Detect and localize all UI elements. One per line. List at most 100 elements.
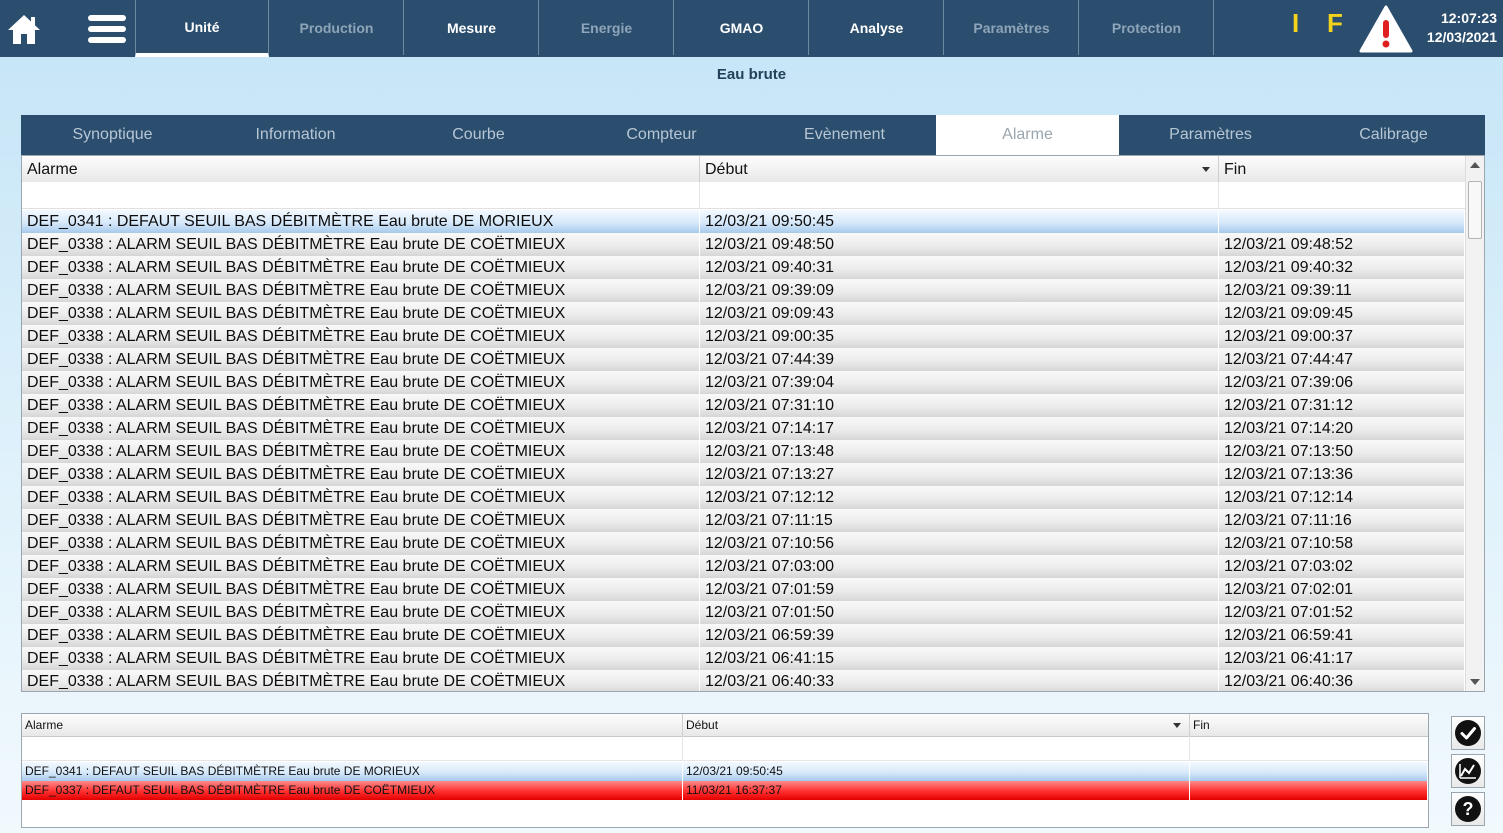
nav-tab-5[interactable]: Analyse (810, 0, 944, 55)
column-header-debut[interactable]: Début (700, 156, 1219, 182)
table-row[interactable]: DEF_0338 : ALARM SEUIL BAS DÉBITMÈTRE Ea… (22, 486, 1465, 509)
active-alarm-row[interactable]: DEF_0341 : DEFAUT SEUIL BAS DÉBITMÈTRE E… (22, 762, 1428, 781)
cell-debut: 12/03/21 07:11:15 (700, 509, 1219, 532)
cell-debut: 12/03/21 07:31:10 (700, 394, 1219, 417)
table-row[interactable]: DEF_0338 : ALARM SEUIL BAS DÉBITMÈTRE Ea… (22, 279, 1465, 302)
active-alarm-row[interactable]: DEF_0337 : DEFAUT SEUIL BAS DÉBITMÈTRE E… (22, 781, 1428, 800)
active-column-header-alarme[interactable]: Alarme (22, 714, 683, 736)
indicator-i: I (1292, 8, 1300, 38)
cell-debut: 12/03/21 09:50:45 (700, 210, 1219, 233)
cell-fin: 12/03/21 07:12:14 (1219, 486, 1465, 509)
cell-fin: 12/03/21 07:13:50 (1219, 440, 1465, 463)
active-column-header-fin[interactable]: Fin (1190, 714, 1428, 736)
table-row[interactable]: DEF_0338 : ALARM SEUIL BAS DÉBITMÈTRE Ea… (22, 463, 1465, 486)
column-header-alarme[interactable]: Alarme (22, 156, 700, 182)
table-row[interactable]: DEF_0338 : ALARM SEUIL BAS DÉBITMÈTRE Ea… (22, 440, 1465, 463)
cell-fin: 12/03/21 07:10:58 (1219, 532, 1465, 555)
filter-fin[interactable] (1219, 182, 1465, 208)
table-row[interactable]: DEF_0338 : ALARM SEUIL BAS DÉBITMÈTRE Ea… (22, 670, 1465, 691)
scroll-up-icon[interactable] (1470, 162, 1480, 168)
table-row[interactable]: DEF_0338 : ALARM SEUIL BAS DÉBITMÈTRE Ea… (22, 348, 1465, 371)
cell-fin: 12/03/21 09:09:45 (1219, 302, 1465, 325)
clock-time: 12:07:23 (1440, 10, 1497, 26)
nav-tab-7[interactable]: Protection (1080, 0, 1214, 55)
cell-debut: 12/03/21 07:01:50 (700, 601, 1219, 624)
indicator-f: F (1327, 8, 1343, 38)
cell-fin: 12/03/21 06:59:41 (1219, 624, 1465, 647)
active-cell-fin (1190, 781, 1428, 800)
acknowledge-check-icon (1455, 720, 1481, 746)
nav-tab-1[interactable]: Production (270, 0, 404, 55)
table-row[interactable]: DEF_0338 : ALARM SEUIL BAS DÉBITMÈTRE Ea… (22, 509, 1465, 532)
nav-tab-0[interactable]: Unité (135, 0, 269, 57)
nav-tab-2[interactable]: Mesure (405, 0, 539, 55)
vertical-scrollbar[interactable] (1465, 156, 1484, 691)
cell-fin: 12/03/21 07:01:52 (1219, 601, 1465, 624)
cell-alarme: DEF_0338 : ALARM SEUIL BAS DÉBITMÈTRE Ea… (22, 555, 700, 578)
cell-debut: 12/03/21 07:12:12 (700, 486, 1219, 509)
trend-button[interactable] (1451, 754, 1485, 788)
cell-alarme: DEF_0338 : ALARM SEUIL BAS DÉBITMÈTRE Ea… (22, 486, 700, 509)
table-row[interactable]: DEF_0338 : ALARM SEUIL BAS DÉBITMÈTRE Ea… (22, 302, 1465, 325)
subtab-7[interactable]: Calibrage (1302, 115, 1485, 155)
acknowledge-button[interactable] (1451, 716, 1485, 750)
nav-tab-6[interactable]: Paramètres (945, 0, 1079, 55)
subtab-4[interactable]: Evènement (753, 115, 936, 155)
subtab-1[interactable]: Information (204, 115, 387, 155)
subtab-6[interactable]: Paramètres (1119, 115, 1302, 155)
sub-tabs: Synoptique Information Courbe Compteur Evène… (21, 115, 1485, 155)
cell-fin: 12/03/21 06:40:36 (1219, 670, 1465, 691)
cell-fin: 12/03/21 06:41:17 (1219, 647, 1465, 670)
table-row[interactable]: DEF_0338 : ALARM SEUIL BAS DÉBITMÈTRE Ea… (22, 624, 1465, 647)
filter-alarme[interactable] (22, 182, 700, 208)
table-row[interactable]: DEF_0338 : ALARM SEUIL BAS DÉBITMÈTRE Ea… (22, 233, 1465, 256)
cell-fin: 12/03/21 07:13:36 (1219, 463, 1465, 486)
table-row[interactable]: DEF_0338 : ALARM SEUIL BAS DÉBITMÈTRE Ea… (22, 325, 1465, 348)
column-header-fin[interactable]: Fin (1219, 156, 1465, 182)
filter-debut[interactable] (700, 182, 1219, 208)
nav-tab-4[interactable]: GMAO (675, 0, 809, 55)
cell-debut: 12/03/21 07:13:27 (700, 463, 1219, 486)
clock: 12:07:23 12/03/2021 (1427, 9, 1497, 47)
active-column-header-debut[interactable]: Début (683, 714, 1190, 736)
subtab-3[interactable]: Compteur (570, 115, 753, 155)
table-row[interactable]: DEF_0338 : ALARM SEUIL BAS DÉBITMÈTRE Ea… (22, 601, 1465, 624)
table-row[interactable]: DEF_0338 : ALARM SEUIL BAS DÉBITMÈTRE Ea… (22, 647, 1465, 670)
cell-debut: 12/03/21 06:40:33 (700, 670, 1219, 691)
cell-alarme: DEF_0338 : ALARM SEUIL BAS DÉBITMÈTRE Ea… (22, 440, 700, 463)
cell-alarme: DEF_0338 : ALARM SEUIL BAS DÉBITMÈTRE Ea… (22, 256, 700, 279)
scroll-down-icon[interactable] (1470, 679, 1480, 685)
cell-fin (1219, 210, 1465, 233)
subtab-5[interactable]: Alarme (936, 115, 1119, 155)
table-row[interactable]: DEF_0338 : ALARM SEUIL BAS DÉBITMÈTRE Ea… (22, 578, 1465, 601)
cell-fin: 12/03/21 09:00:37 (1219, 325, 1465, 348)
scroll-thumb[interactable] (1468, 181, 1482, 239)
active-filter-row (22, 736, 1428, 761)
cell-fin: 12/03/21 07:39:06 (1219, 371, 1465, 394)
menu-button[interactable] (84, 0, 130, 57)
table-row[interactable]: DEF_0338 : ALARM SEUIL BAS DÉBITMÈTRE Ea… (22, 532, 1465, 555)
table-row[interactable]: DEF_0338 : ALARM SEUIL BAS DÉBITMÈTRE Ea… (22, 371, 1465, 394)
help-button[interactable]: ? (1451, 792, 1485, 826)
cell-alarme: DEF_0338 : ALARM SEUIL BAS DÉBITMÈTRE Ea… (22, 325, 700, 348)
cell-debut: 12/03/21 09:39:09 (700, 279, 1219, 302)
cell-fin: 12/03/21 07:03:02 (1219, 555, 1465, 578)
alarm-alert-button[interactable] (1358, 0, 1414, 57)
subtab-2[interactable]: Courbe (387, 115, 570, 155)
active-filter-debut[interactable] (683, 736, 1190, 760)
cell-fin: 12/03/21 07:02:01 (1219, 578, 1465, 601)
active-filter-alarme[interactable] (22, 736, 683, 760)
home-button[interactable] (0, 0, 48, 57)
table-row[interactable]: DEF_0341 : DEFAUT SEUIL BAS DÉBITMÈTRE E… (22, 210, 1465, 233)
nav-tab-3[interactable]: Energie (540, 0, 674, 55)
cell-debut: 12/03/21 07:10:56 (700, 532, 1219, 555)
subtab-0[interactable]: Synoptique (21, 115, 204, 155)
cell-alarme: DEF_0338 : ALARM SEUIL BAS DÉBITMÈTRE Ea… (22, 624, 700, 647)
table-row[interactable]: DEF_0338 : ALARM SEUIL BAS DÉBITMÈTRE Ea… (22, 555, 1465, 578)
table-row[interactable]: DEF_0338 : ALARM SEUIL BAS DÉBITMÈTRE Ea… (22, 394, 1465, 417)
table-row[interactable]: DEF_0338 : ALARM SEUIL BAS DÉBITMÈTRE Ea… (22, 417, 1465, 440)
table-row[interactable]: DEF_0338 : ALARM SEUIL BAS DÉBITMÈTRE Ea… (22, 256, 1465, 279)
warning-triangle-icon (1359, 5, 1413, 52)
top-navigation-bar: Unité Production Mesure Energie GMAO Analyse P… (0, 0, 1503, 57)
cell-fin: 12/03/21 07:44:47 (1219, 348, 1465, 371)
